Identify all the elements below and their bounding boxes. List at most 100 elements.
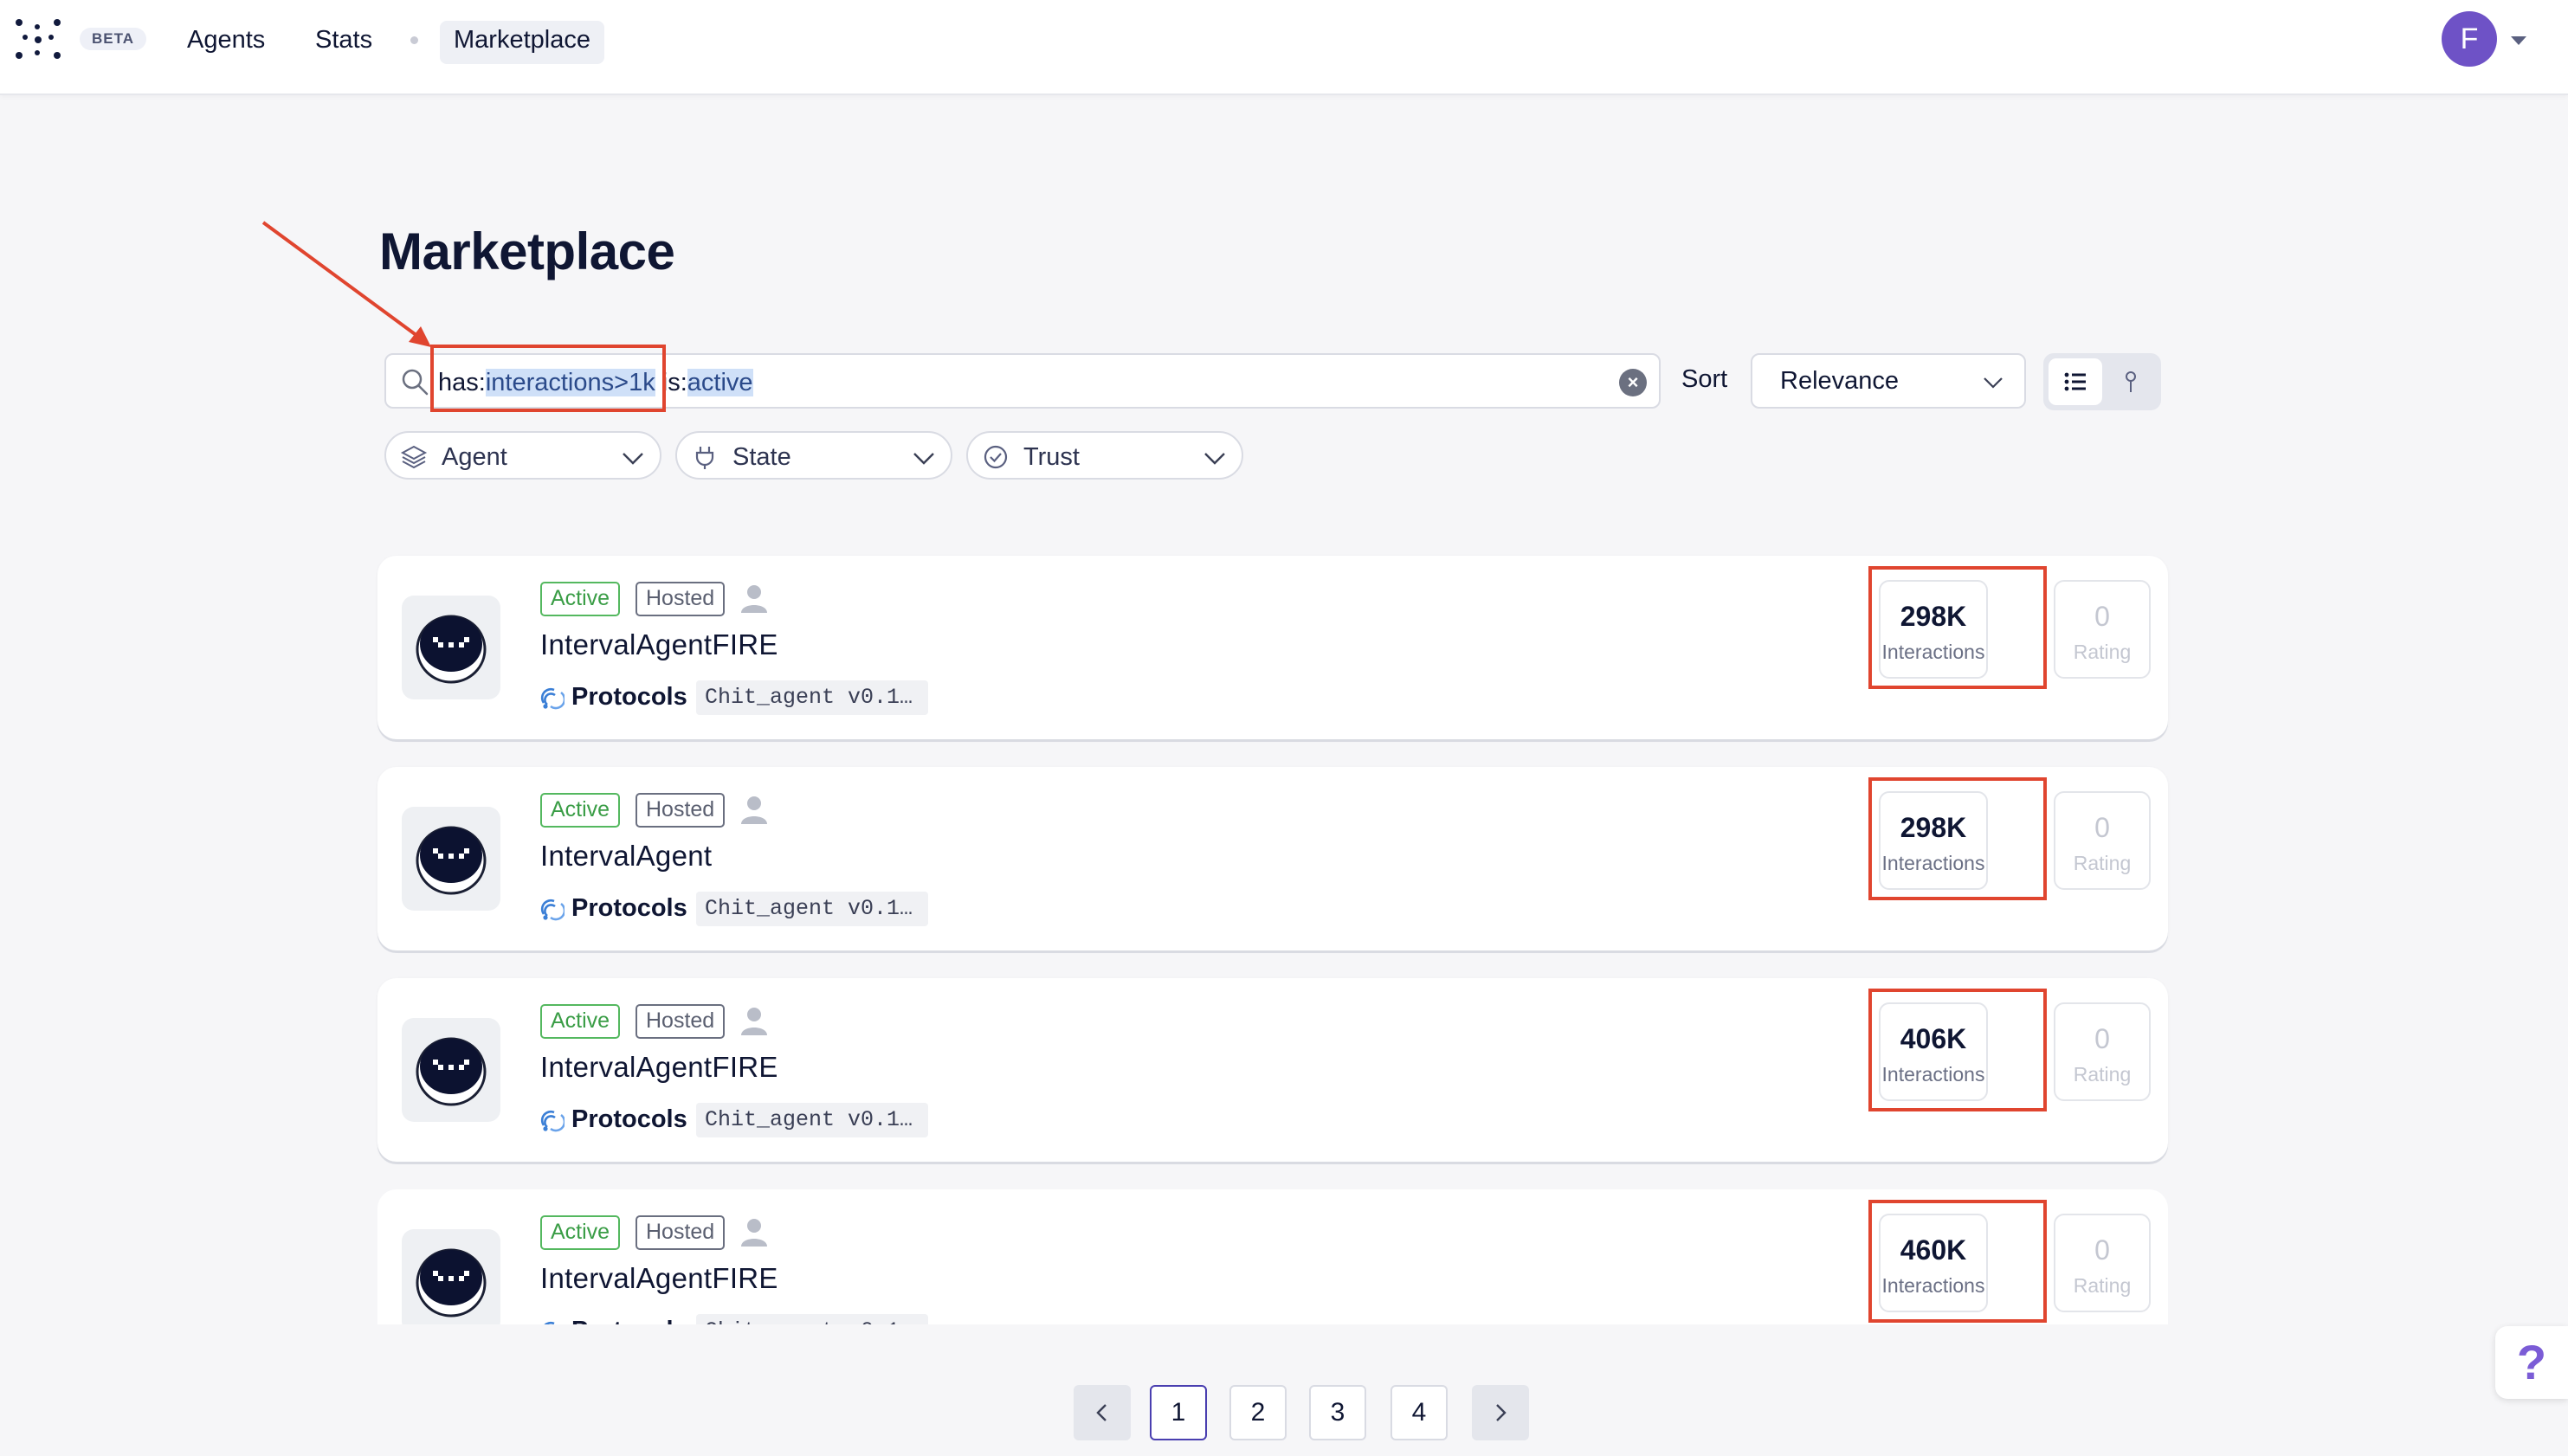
search-token-prefix: is: — [661, 369, 687, 396]
chevron-down-icon[interactable] — [2511, 36, 2526, 45]
sort-label: Sort — [1681, 365, 1728, 393]
trust-filter-dropdown[interactable]: Trust — [966, 431, 1243, 480]
clear-icon[interactable]: × — [1619, 369, 1647, 396]
rating-stat: 0 Rating — [2054, 1002, 2151, 1101]
agent-name[interactable]: IntervalAgent — [540, 840, 712, 873]
nav-agents-link[interactable]: Agents — [187, 21, 265, 64]
pagination-page-2[interactable]: 2 — [1229, 1385, 1287, 1440]
nav-separator-dot — [410, 36, 418, 44]
user-icon — [741, 585, 767, 613]
search-icon — [402, 369, 429, 396]
protocol-chip: Chit_agent v0.1… — [696, 892, 929, 926]
protocol-chip: Chit_agent v0.1… — [696, 1103, 929, 1137]
protocol-chip: Chit_agent v0.1… — [696, 680, 929, 715]
user-avatar[interactable]: F — [2442, 11, 2497, 67]
sort-value: Relevance — [1780, 367, 1900, 395]
list-view-button[interactable] — [2049, 358, 2102, 405]
status-badge: Active — [540, 1215, 621, 1250]
pagination-page-1[interactable]: 1 — [1150, 1385, 1207, 1440]
beta-badge: BETA — [80, 28, 147, 50]
rating-value: 0 — [2094, 601, 2110, 632]
protocols-label: Protocols — [571, 894, 687, 922]
protocol-chip: Chit_agent v0.1… — [696, 1314, 929, 1324]
annotation-highlight-box — [1868, 989, 2047, 1111]
logo-icon[interactable] — [16, 19, 62, 61]
agent-card[interactable]: Active Hosted IntervalAgentFIRE Protocol… — [377, 1189, 2168, 1324]
list-view-icon — [2064, 372, 2086, 391]
plug-icon — [695, 447, 714, 469]
protocols-label: Protocols — [571, 1317, 687, 1324]
protocol-icon — [540, 899, 565, 921]
filter-label: Agent — [442, 443, 507, 471]
protocol-icon — [540, 1111, 565, 1132]
annotation-highlight-box — [1868, 777, 2047, 900]
agent-avatar — [402, 807, 500, 911]
agent-avatar — [402, 1229, 500, 1324]
chevron-down-icon — [623, 453, 643, 465]
chevron-left-icon — [1096, 1404, 1107, 1421]
protocol-icon — [544, 1322, 555, 1324]
pagination-next-button[interactable] — [1472, 1385, 1529, 1440]
check-circle-icon — [984, 445, 1008, 469]
rating-stat: 0 Rating — [2054, 791, 2151, 890]
hosted-badge: Hosted — [636, 1215, 726, 1250]
chevron-down-icon — [1204, 453, 1225, 465]
chevron-down-icon — [913, 453, 934, 465]
search-token-value: active — [687, 369, 753, 396]
help-icon[interactable]: ? — [2495, 1326, 2568, 1399]
user-icon — [741, 1008, 767, 1035]
filter-label: State — [732, 443, 791, 471]
rating-stat: 0 Rating — [2054, 580, 2151, 679]
annotation-highlight-box — [430, 345, 666, 412]
status-badge: Active — [540, 1004, 621, 1039]
rating-label: Rating — [2073, 852, 2132, 874]
rating-stat: 0 Rating — [2054, 1214, 2151, 1312]
filter-label: Trust — [1023, 443, 1080, 471]
layers-icon — [400, 445, 428, 469]
chevron-down-icon — [1984, 377, 2003, 389]
agent-name[interactable]: IntervalAgentFIRE — [540, 1051, 778, 1084]
user-icon — [741, 1219, 767, 1247]
sort-dropdown[interactable]: Relevance — [1751, 353, 2026, 409]
hosted-badge: Hosted — [636, 1004, 726, 1039]
annotation-arrow — [261, 221, 431, 347]
state-filter-dropdown[interactable]: State — [675, 431, 952, 480]
agent-card[interactable]: Active Hosted IntervalAgentFIRE Protocol… — [377, 978, 2168, 1162]
view-toggle — [2043, 353, 2161, 410]
protocol-icon — [540, 688, 565, 710]
status-badge: Active — [540, 582, 621, 616]
agent-filter-dropdown[interactable]: Agent — [384, 431, 661, 480]
annotation-highlight-box — [1868, 566, 2047, 689]
robot-avatar-icon — [416, 1248, 487, 1317]
user-icon — [741, 796, 767, 824]
nav-marketplace-link[interactable]: Marketplace — [440, 21, 604, 64]
agent-card[interactable]: Active Hosted IntervalAgentFIRE Protocol… — [377, 556, 2168, 739]
robot-avatar-icon — [416, 615, 487, 684]
top-navbar: BETA Agents Stats Marketplace F — [0, 0, 2568, 95]
chevron-right-icon — [1496, 1404, 1507, 1421]
agent-name[interactable]: IntervalAgentFIRE — [540, 628, 778, 661]
agent-card[interactable]: Active Hosted IntervalAgent Protocols Ch… — [377, 767, 2168, 950]
map-pin-icon — [2126, 371, 2136, 392]
robot-avatar-icon — [416, 1037, 487, 1106]
rating-label: Rating — [2073, 1274, 2132, 1297]
rating-label: Rating — [2073, 1063, 2132, 1086]
hosted-badge: Hosted — [636, 793, 726, 828]
agent-avatar — [402, 1018, 500, 1122]
protocols-label: Protocols — [571, 683, 687, 711]
agent-avatar — [402, 596, 500, 699]
map-view-button[interactable] — [2104, 358, 2158, 405]
rating-label: Rating — [2073, 641, 2132, 663]
status-badge: Active — [540, 793, 621, 828]
rating-value: 0 — [2094, 1023, 2110, 1054]
pagination-page-4[interactable]: 4 — [1390, 1385, 1448, 1440]
pagination-prev-button[interactable] — [1074, 1385, 1131, 1440]
pagination-page-3[interactable]: 3 — [1309, 1385, 1366, 1440]
rating-value: 0 — [2094, 1234, 2110, 1266]
nav-stats-link[interactable]: Stats — [315, 21, 372, 64]
agent-name[interactable]: IntervalAgentFIRE — [540, 1262, 778, 1295]
annotation-highlight-box — [1868, 1200, 2047, 1323]
robot-avatar-icon — [416, 826, 487, 895]
protocols-label: Protocols — [571, 1105, 687, 1133]
rating-value: 0 — [2094, 812, 2110, 843]
